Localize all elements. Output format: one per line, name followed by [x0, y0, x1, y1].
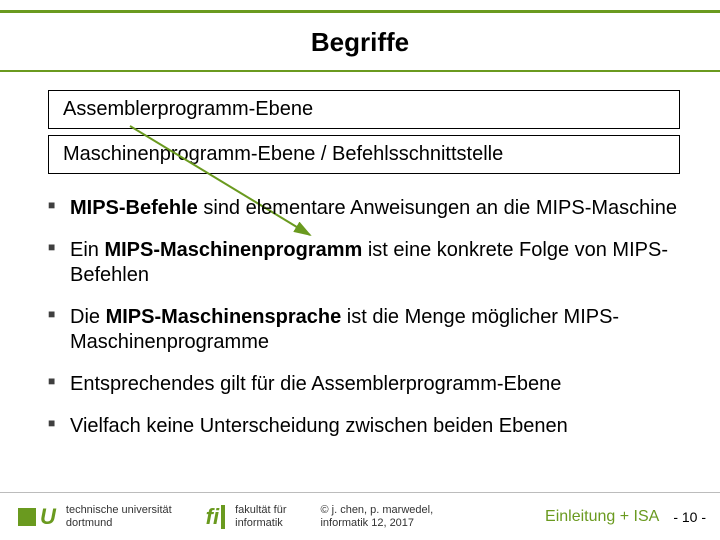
- bullet-text: Vielfach keine Unterscheidung zwischen b…: [70, 415, 568, 437]
- page-number: - 10 -: [673, 509, 706, 525]
- footer: U technische universität dortmund fi fak…: [0, 492, 720, 540]
- list-item: Die MIPS-Maschinensprache ist die Menge …: [48, 305, 682, 356]
- uni-line1: technische universität: [66, 504, 172, 516]
- tu-letter: U: [40, 506, 56, 528]
- bullet-pre: Die: [70, 306, 106, 328]
- copy-line2: informatik 12, 2017: [320, 517, 414, 529]
- fi-bar-icon: [221, 505, 225, 529]
- copyright: © j. chen, p. marwedel, informatik 12, 2…: [320, 504, 433, 529]
- bullet-text: Entsprechendes gilt für die Assemblerpro…: [70, 373, 561, 395]
- faculty-name: fakultät für informatik: [235, 504, 286, 529]
- bullet-text: sind elementare Anweisungen an die MIPS-…: [198, 197, 677, 219]
- fi-logo: fi: [206, 504, 225, 530]
- list-item: Vielfach keine Unterscheidung zwischen b…: [48, 414, 682, 440]
- bullet-bold: MIPS-Maschinenprogramm: [104, 239, 362, 261]
- list-item: Entsprechendes gilt für die Assemblerpro…: [48, 372, 682, 398]
- list-item: Ein MIPS-Maschinenprogramm ist eine konk…: [48, 238, 682, 289]
- fac-line2: informatik: [235, 517, 283, 529]
- title-rule: [0, 70, 720, 72]
- layer-box-machine: Maschinenprogramm-Ebene / Befehlsschnitt…: [48, 135, 680, 174]
- fi-letter: fi: [206, 504, 219, 530]
- slide-title: Begriffe: [0, 13, 720, 70]
- bullet-bold: MIPS-Befehle: [70, 197, 198, 219]
- layer-box-assembler: Assemblerprogramm-Ebene: [48, 90, 680, 129]
- fac-line1: fakultät für: [235, 504, 286, 516]
- bullet-bold: MIPS-Maschinensprache: [106, 306, 342, 328]
- section-label: Einleitung + ISA: [545, 508, 659, 526]
- university-name: technische universität dortmund: [66, 504, 172, 529]
- bullet-list: MIPS-Befehle sind elementare Anweisungen…: [0, 180, 720, 455]
- tu-square-icon: [18, 508, 36, 526]
- layer-boxes: Assemblerprogramm-Ebene Maschinenprogram…: [0, 90, 720, 180]
- copy-line1: © j. chen, p. marwedel,: [320, 504, 433, 516]
- tu-logo: U: [18, 506, 56, 528]
- bullet-pre: Ein: [70, 239, 104, 261]
- list-item: MIPS-Befehle sind elementare Anweisungen…: [48, 196, 682, 222]
- uni-line2: dortmund: [66, 517, 112, 529]
